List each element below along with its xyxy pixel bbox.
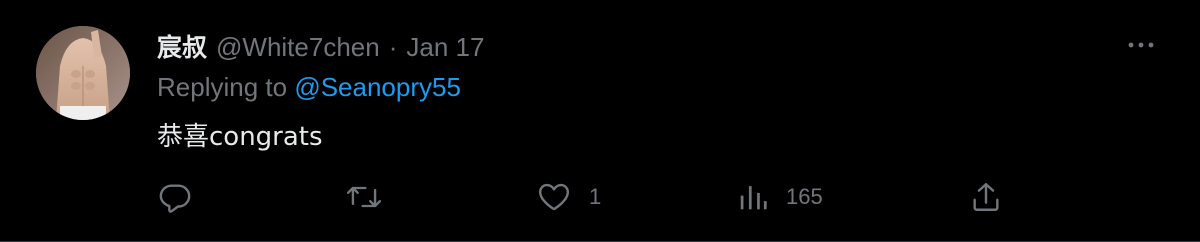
more-options-button[interactable] xyxy=(1126,30,1156,60)
display-name[interactable]: 宸叔 xyxy=(157,28,207,64)
user-handle[interactable]: @White7chen xyxy=(216,32,380,63)
avatar[interactable] xyxy=(36,26,130,120)
heart-icon xyxy=(538,183,570,211)
views-icon xyxy=(740,186,767,210)
replying-to-label: Replying to xyxy=(157,72,288,102)
retweet-button[interactable] xyxy=(346,180,382,214)
views-count: 165 xyxy=(786,184,823,209)
tweet-text: 恭喜congrats xyxy=(157,122,323,152)
separator-dot: · xyxy=(388,32,398,62)
reply-icon xyxy=(159,184,191,213)
replying-to-link[interactable]: @Seanopry55 xyxy=(294,72,461,102)
views-button[interactable]: 165 xyxy=(738,180,823,214)
share-icon xyxy=(973,183,999,211)
replying-to-line: Replying to @Seanopry55 xyxy=(157,72,461,103)
tweet-date[interactable]: Jan 17 xyxy=(406,32,484,63)
retweet-icon xyxy=(346,186,382,208)
tweet-header: 宸叔 @White7chen · Jan 17 xyxy=(157,28,484,62)
more-icon xyxy=(1128,42,1154,48)
avatar-image xyxy=(36,26,130,120)
share-button[interactable] xyxy=(969,180,1003,214)
like-button[interactable]: 1 xyxy=(537,180,601,214)
tweet[interactable]: 宸叔 @White7chen · Jan 17 Replying to @Sea… xyxy=(0,0,1200,242)
like-count: 1 xyxy=(589,184,602,209)
reply-button[interactable] xyxy=(158,180,192,214)
